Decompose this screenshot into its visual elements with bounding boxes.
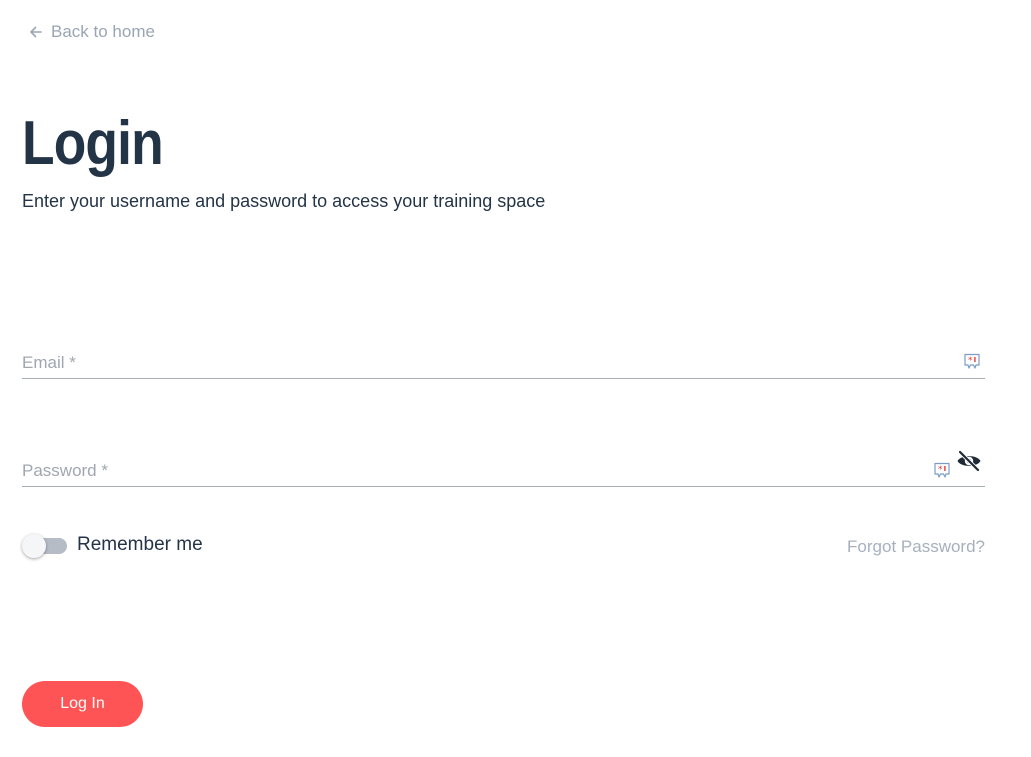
svg-text:*: *	[938, 465, 943, 475]
forgot-password-link[interactable]: Forgot Password?	[847, 537, 985, 557]
autofill-icon[interactable]: *	[933, 461, 951, 479]
log-in-button[interactable]: Log In	[22, 681, 143, 727]
back-to-home-label: Back to home	[51, 22, 155, 41]
svg-text:*: *	[968, 356, 973, 366]
back-to-home-link[interactable]: Back to home	[29, 22, 155, 42]
eye-off-icon[interactable]	[956, 450, 982, 472]
login-page: Back to home Login Enter your username a…	[0, 0, 1031, 757]
remember-me-label: Remember me	[77, 534, 203, 555]
email-input[interactable]	[22, 348, 926, 378]
password-field[interactable]: Password * *	[22, 450, 985, 487]
remember-me-toggle[interactable]: Remember me	[22, 534, 203, 558]
autofill-icon[interactable]: *	[963, 352, 981, 370]
page-subtitle: Enter your username and password to acce…	[22, 191, 546, 211]
toggle-thumb	[22, 534, 46, 558]
password-input[interactable]	[22, 456, 926, 486]
page-title: Login	[22, 109, 164, 178]
email-field[interactable]: Email * *	[22, 348, 985, 379]
arrow-left-icon	[29, 25, 43, 39]
toggle-switch[interactable]	[22, 534, 67, 558]
